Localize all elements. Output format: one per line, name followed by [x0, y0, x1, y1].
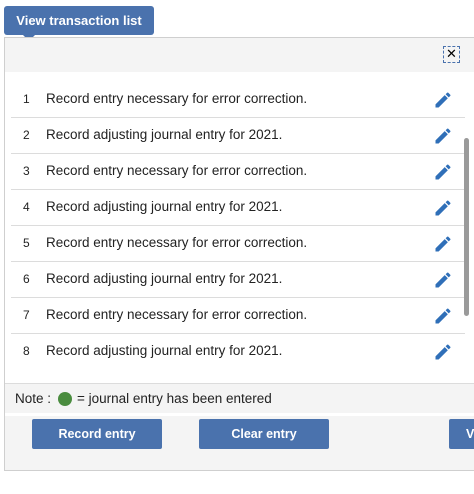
- pencil-icon[interactable]: [433, 270, 453, 290]
- view-transaction-list-button[interactable]: View transaction list: [4, 6, 154, 35]
- list-item[interactable]: 2 Record adjusting journal entry for 202…: [11, 118, 465, 154]
- pencil-icon[interactable]: [433, 234, 453, 254]
- entry-description: Record entry necessary for error correct…: [46, 91, 308, 106]
- entry-number: 1: [23, 92, 30, 106]
- list-item[interactable]: 7 Record entry necessary for error corre…: [11, 298, 465, 334]
- close-icon[interactable]: ✕: [443, 46, 460, 63]
- journal-entry-panel: ✕ 1 Record entry necessary for error cor…: [4, 37, 474, 471]
- entry-description: Record adjusting journal entry for 2021.: [46, 199, 283, 214]
- entry-number: 7: [23, 308, 30, 322]
- pencil-icon[interactable]: [433, 90, 453, 110]
- pencil-icon[interactable]: [433, 342, 453, 362]
- list-item[interactable]: 6 Record adjusting journal entry for 202…: [11, 262, 465, 298]
- entry-number: 4: [23, 200, 30, 214]
- entry-list: 1 Record entry necessary for error corre…: [5, 72, 474, 416]
- entry-description: Record entry necessary for error correct…: [46, 235, 308, 250]
- list-item[interactable]: 1 Record entry necessary for error corre…: [11, 82, 465, 118]
- pencil-icon[interactable]: [433, 198, 453, 218]
- record-entry-button[interactable]: Record entry: [32, 419, 162, 449]
- legend-note: Note : = journal entry has been entered: [5, 383, 474, 413]
- note-text: = journal entry has been entered: [77, 391, 272, 406]
- pencil-icon[interactable]: [433, 306, 453, 326]
- pencil-icon[interactable]: [433, 126, 453, 146]
- entry-description: Record adjusting journal entry for 2021.: [46, 127, 283, 142]
- entry-number: 6: [23, 272, 30, 286]
- entry-description: Record adjusting journal entry for 2021.: [46, 271, 283, 286]
- entry-description: Record entry necessary for error correct…: [46, 163, 308, 178]
- entry-description: Record adjusting journal entry for 2021.: [46, 343, 283, 358]
- entry-number: 2: [23, 128, 30, 142]
- list-item[interactable]: 4 Record adjusting journal entry for 202…: [11, 190, 465, 226]
- list-item[interactable]: 3 Record entry necessary for error corre…: [11, 154, 465, 190]
- view-general-journal-button[interactable]: V: [449, 419, 474, 449]
- list-item[interactable]: 5 Record entry necessary for error corre…: [11, 226, 465, 262]
- clear-entry-button[interactable]: Clear entry: [199, 419, 329, 449]
- scrollbar[interactable]: [464, 138, 469, 316]
- entered-indicator-dot: [58, 392, 72, 406]
- entry-number: 5: [23, 236, 30, 250]
- note-label: Note :: [15, 391, 52, 406]
- pencil-icon[interactable]: [433, 162, 453, 182]
- list-item[interactable]: 8 Record adjusting journal entry for 202…: [11, 334, 465, 370]
- entry-number: 8: [23, 344, 30, 358]
- entry-number: 3: [23, 164, 30, 178]
- entry-description: Record entry necessary for error correct…: [46, 307, 308, 322]
